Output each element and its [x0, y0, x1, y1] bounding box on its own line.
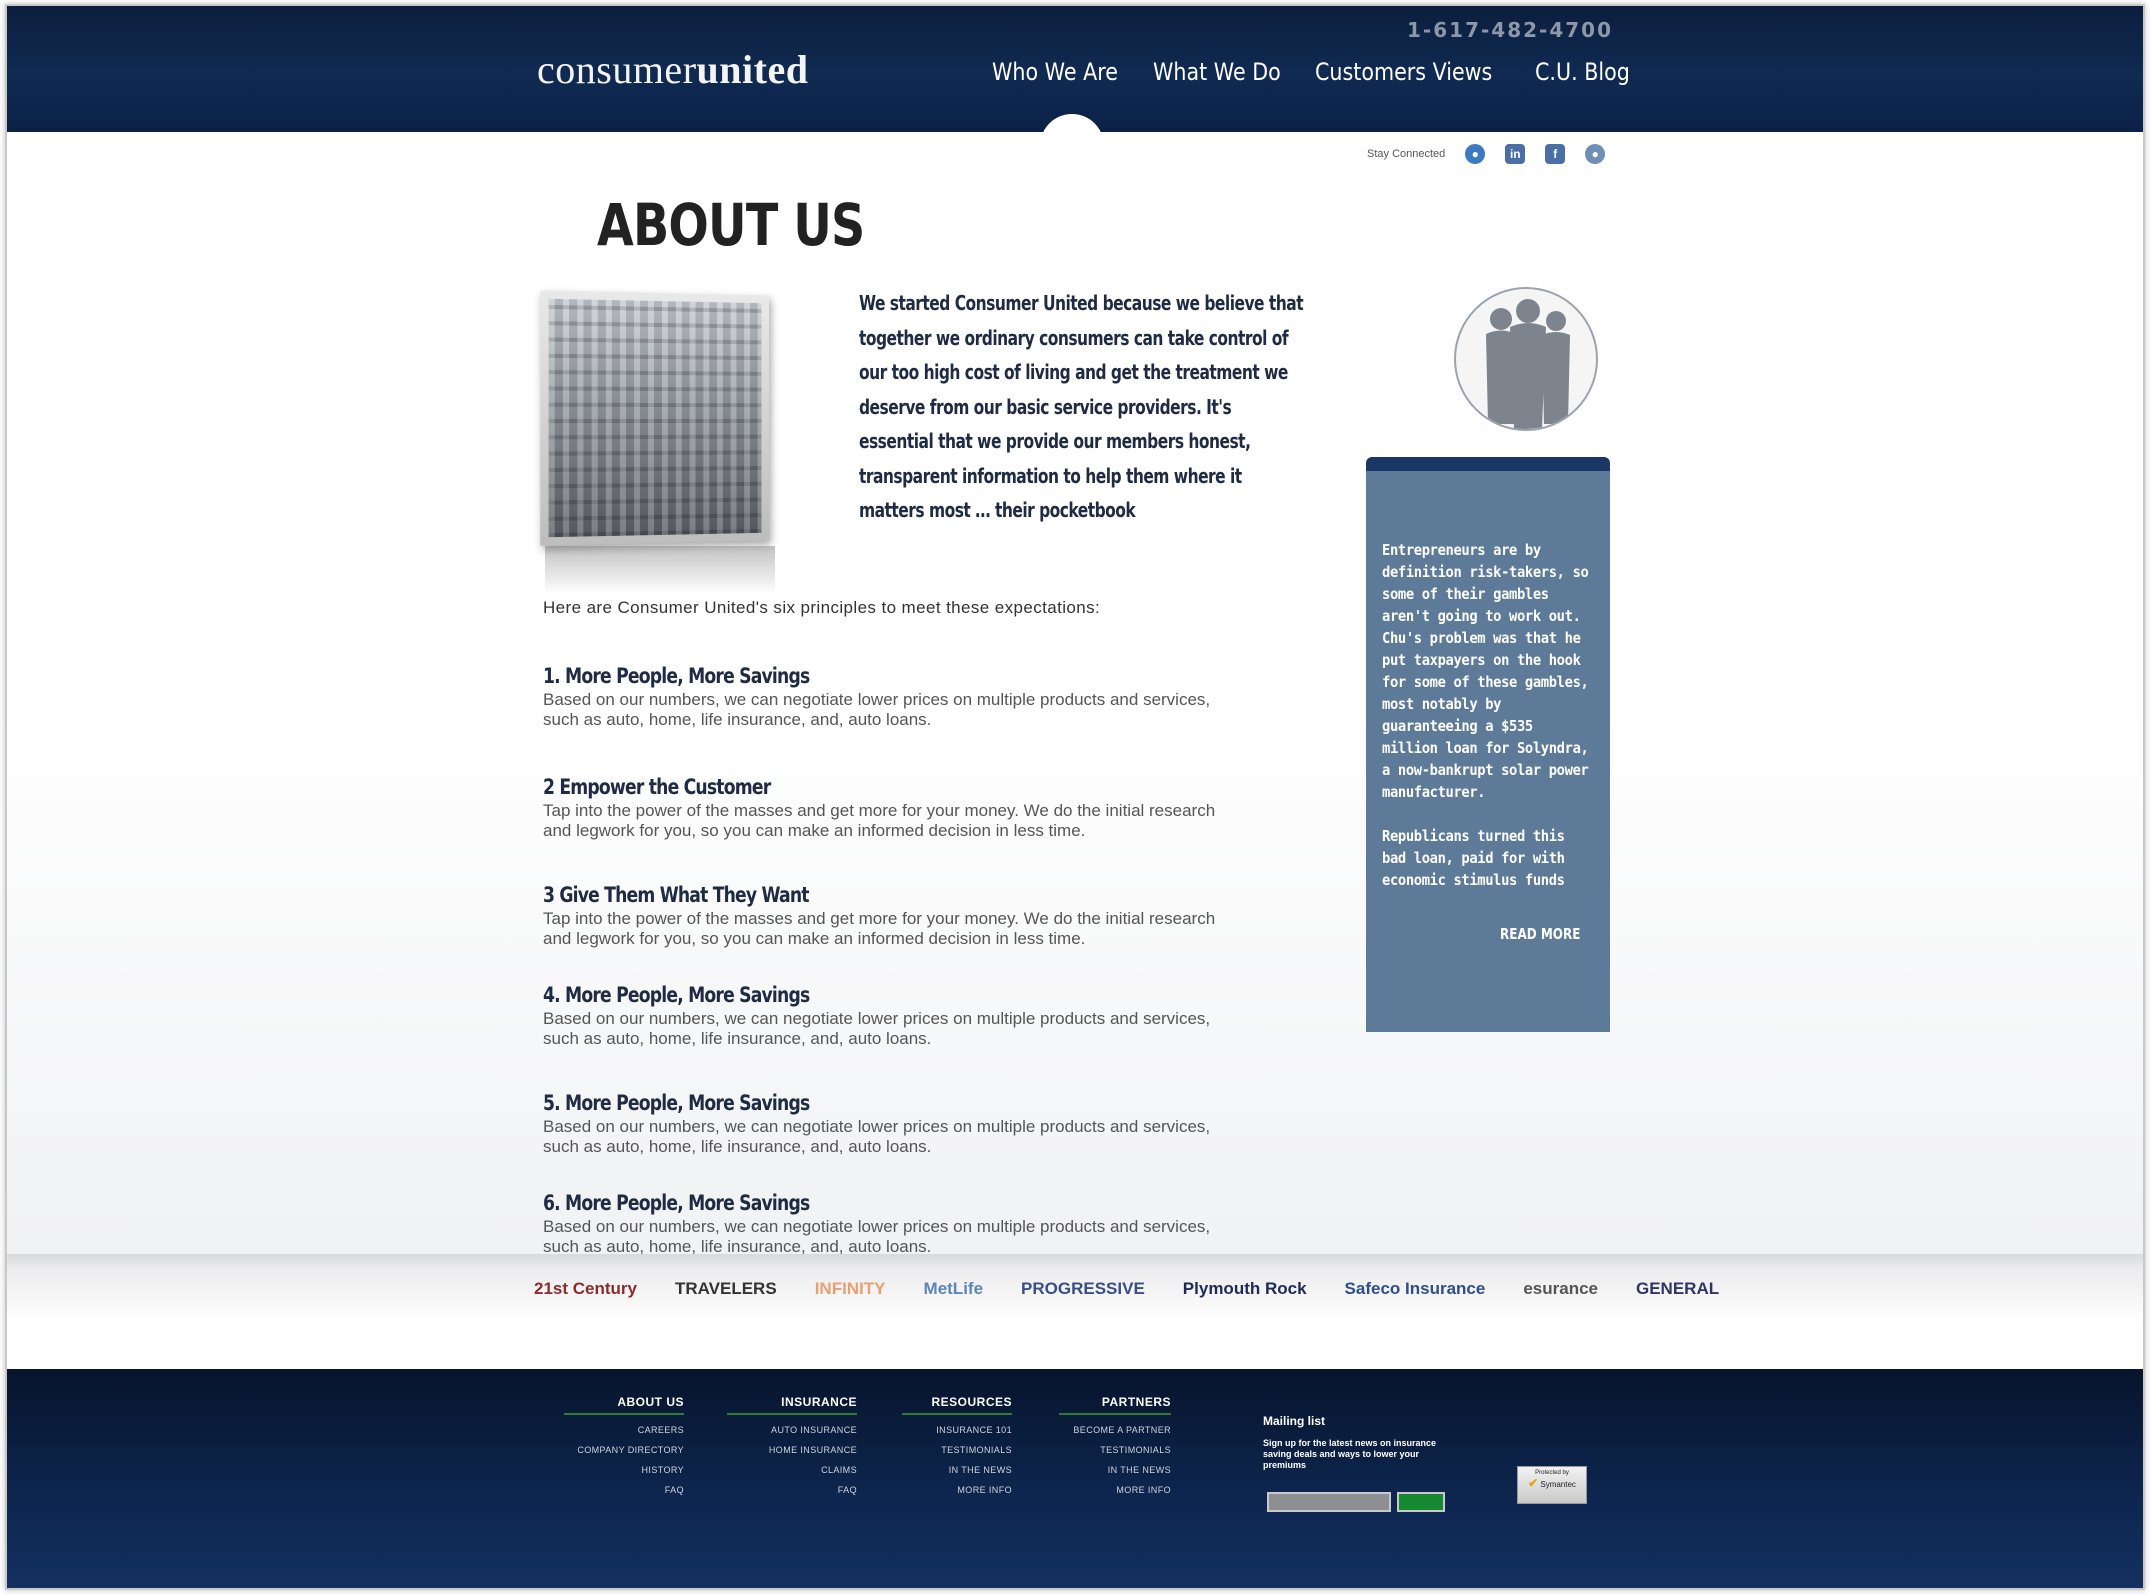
footer-link[interactable]: CAREERS [564, 1425, 684, 1435]
footer-link[interactable]: HISTORY [564, 1465, 684, 1475]
footer-link[interactable]: INSURANCE 101 [902, 1425, 1012, 1435]
badge-name: ✔ Symantec [1518, 1476, 1586, 1490]
email-field[interactable] [1267, 1492, 1391, 1512]
site-logo[interactable]: consumerunited [537, 46, 808, 93]
building-photo [540, 290, 770, 546]
principle-title: 6. More People, More Savings [543, 1191, 810, 1215]
principle-item: 1. More People, More Savings Based on ou… [543, 664, 1243, 730]
principle-item: 3 Give Them What They Want Tap into the … [543, 883, 1243, 949]
principle-title: 4. More People, More Savings [543, 983, 810, 1007]
linkedin-icon[interactable]: in [1505, 144, 1526, 164]
footer-link[interactable]: TESTIMONIALS [1059, 1445, 1171, 1455]
principle-item: 2 Empower the Customer Tap into the powe… [543, 775, 1243, 841]
main-nav: Who We Are What We Do Customers Views C.… [992, 58, 1630, 86]
phone-number[interactable]: 1-617-482-4700 [1407, 18, 1613, 42]
nav-what-we-do[interactable]: What We Do [1153, 58, 1281, 86]
footer-link[interactable]: IN THE NEWS [1059, 1465, 1171, 1475]
symantec-badge[interactable]: Protected by ✔ Symantec [1517, 1466, 1587, 1504]
footer-column-insurance: INSURANCE AUTO INSURANCE HOME INSURANCE … [727, 1395, 857, 1495]
partner-logo[interactable]: INFINITY [815, 1279, 886, 1299]
footer-link[interactable]: FAQ [564, 1485, 684, 1495]
partner-logos: 21st Century TRAVELERS INFINITY MetLife PROG… [534, 1269, 1719, 1309]
read-more-link[interactable]: READ MORE [1500, 925, 1580, 943]
partner-logo[interactable]: TRAVELERS [675, 1279, 777, 1299]
principle-item: 5. More People, More Savings Based on ou… [543, 1091, 1243, 1157]
footer-column-resources: RESOURCES INSURANCE 101 TESTIMONIALS IN … [902, 1395, 1012, 1495]
partner-logo[interactable]: MetLife [924, 1279, 984, 1299]
page-frame: 1-617-482-4700 consumerunited Who We Are… [5, 4, 2145, 1590]
partner-logo[interactable]: Safeco Insurance [1345, 1279, 1486, 1299]
checkmark-icon: ✔ [1528, 1476, 1539, 1490]
people-silhouette-icon [1454, 287, 1598, 431]
mailing-list: Mailing list Sign up for the latest news… [1263, 1414, 1463, 1512]
footer-link[interactable]: FAQ [727, 1485, 857, 1495]
footer-column-partners: PARTNERS BECOME A PARTNER TESTIMONIALS I… [1059, 1395, 1171, 1495]
nav-customers-views[interactable]: Customers Views [1315, 58, 1492, 86]
footer-link[interactable]: TESTIMONIALS [902, 1445, 1012, 1455]
footer-link[interactable]: BECOME A PARTNER [1059, 1425, 1171, 1435]
nav-who-we-are[interactable]: Who We Are [992, 58, 1118, 86]
blog-icon[interactable]: ● [1465, 144, 1486, 164]
principle-text: Tap into the power of the masses and get… [543, 801, 1216, 840]
footer-link[interactable]: IN THE NEWS [902, 1465, 1012, 1475]
partner-logo[interactable]: PROGRESSIVE [1021, 1279, 1145, 1299]
principle-item: 6. More People, More Savings Based on ou… [543, 1191, 1243, 1257]
footer-heading: ABOUT US [564, 1395, 684, 1415]
partner-logo[interactable]: 21st Century [534, 1279, 637, 1299]
site-header: 1-617-482-4700 consumerunited Who We Are… [7, 6, 2143, 132]
site-footer: ABOUT US CAREERS COMPANY DIRECTORY HISTO… [7, 1369, 2143, 1588]
principle-title: 5. More People, More Savings [543, 1091, 810, 1115]
partners-strip: 21st Century TRAVELERS INFINITY MetLife PROG… [7, 1254, 2143, 1369]
principle-text: Based on our numbers, we can negotiate l… [543, 690, 1211, 729]
footer-link[interactable]: HOME INSURANCE [727, 1445, 857, 1455]
principles-intro: Here are Consumer United's six principle… [543, 598, 1101, 617]
principle-title: 2 Empower the Customer [543, 775, 771, 799]
logo-light: consumer [537, 47, 697, 92]
footer-link[interactable]: MORE INFO [1059, 1485, 1171, 1495]
footer-column-about: ABOUT US CAREERS COMPANY DIRECTORY HISTO… [564, 1395, 684, 1495]
logo-bold: united [696, 47, 809, 92]
footer-heading: PARTNERS [1059, 1395, 1171, 1415]
partner-logo[interactable]: GENERAL [1636, 1279, 1719, 1299]
footer-link[interactable]: COMPANY DIRECTORY [564, 1445, 684, 1455]
footer-heading: RESOURCES [902, 1395, 1012, 1415]
footer-heading: INSURANCE [727, 1395, 857, 1415]
mailing-description: Sign up for the latest news on insurance… [1263, 1438, 1437, 1470]
partner-logo[interactable]: Plymouth Rock [1183, 1279, 1307, 1299]
social-links: Stay Connected ● in f ● [1367, 144, 1606, 164]
footer-link[interactable]: CLAIMS [727, 1465, 857, 1475]
footer-link[interactable]: MORE INFO [902, 1485, 1012, 1495]
principle-title: 3 Give Them What They Want [543, 883, 810, 907]
footer-link[interactable]: AUTO INSURANCE [727, 1425, 857, 1435]
principle-item: 4. More People, More Savings Based on ou… [543, 983, 1243, 1049]
badge-name-text: Symantec [1540, 1480, 1576, 1489]
quote-panel: Entrepreneurs are by definition risk-tak… [1366, 457, 1610, 1032]
nav-cu-blog[interactable]: C.U. Blog [1535, 58, 1630, 86]
principle-text: Tap into the power of the masses and get… [543, 909, 1216, 948]
principle-title: 1. More People, More Savings [543, 664, 810, 688]
subscribe-button[interactable] [1397, 1492, 1445, 1512]
facebook-icon[interactable]: f [1545, 144, 1566, 164]
principle-text: Based on our numbers, we can negotiate l… [543, 1009, 1211, 1048]
quote-text: Entrepreneurs are by definition risk-tak… [1382, 541, 1589, 889]
principle-text: Based on our numbers, we can negotiate l… [543, 1117, 1211, 1156]
twitter-icon[interactable]: ● [1585, 144, 1606, 164]
stay-connected-label: Stay Connected [1367, 148, 1446, 160]
partner-logo[interactable]: esurance [1523, 1279, 1598, 1299]
intro-text: We started Consumer United because we be… [859, 291, 1304, 522]
photo-reflection [545, 546, 775, 594]
principle-text: Based on our numbers, we can negotiate l… [543, 1217, 1211, 1256]
page-title: ABOUT US [597, 191, 865, 259]
mailing-title: Mailing list [1263, 1414, 1326, 1428]
